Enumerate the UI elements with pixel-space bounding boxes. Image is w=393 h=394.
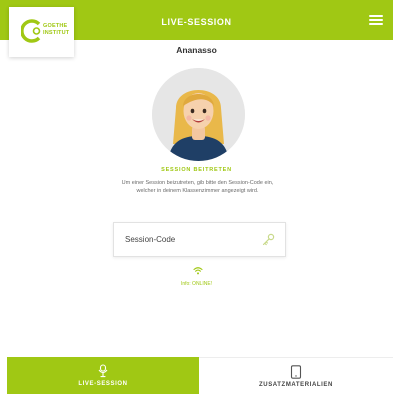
logo-line-1: GOETHE [43, 23, 68, 29]
menu-line [369, 19, 383, 21]
tab-zusatzmaterialien-label: ZUSATZMATERIALIEN [259, 382, 333, 388]
logo-line-2: INSTITUT [43, 30, 70, 36]
app-screen: LIVE-SESSION GOETHE INSTITUT Ananasso SE… [0, 0, 393, 394]
join-instructions: Um einer Session beizutreten, gib bitte … [121, 180, 274, 194]
tablet-icon [290, 365, 302, 379]
hamburger-menu-icon[interactable] [369, 15, 383, 25]
tab-live-session-label: LIVE-SESSION [78, 381, 128, 387]
menu-line [369, 23, 383, 25]
tab-live-session[interactable]: LIVE-SESSION [7, 357, 199, 394]
logo-wordmark: GOETHE INSTITUT [43, 23, 69, 37]
wifi-icon [193, 267, 203, 275]
live-session-icon [98, 364, 108, 378]
bottom-tab-bar: LIVE-SESSION ZUSATZMATERIALIEN [7, 357, 393, 394]
session-code-input[interactable]: Session-Code [113, 222, 286, 257]
key-icon [262, 233, 275, 246]
connection-status: Info: ONLINE! [180, 281, 213, 287]
session-code-placeholder: Session-Code [125, 235, 176, 244]
goethe-logo-mark-icon [21, 19, 41, 43]
user-avatar-illustration-icon [152, 68, 245, 161]
avatar [152, 68, 245, 161]
user-name: Ananasso [176, 45, 217, 55]
menu-line [369, 15, 383, 17]
join-session-heading: SESSION BEITRETEN [161, 167, 232, 173]
tab-zusatzmaterialien[interactable]: ZUSATZMATERIALIEN [199, 357, 393, 394]
